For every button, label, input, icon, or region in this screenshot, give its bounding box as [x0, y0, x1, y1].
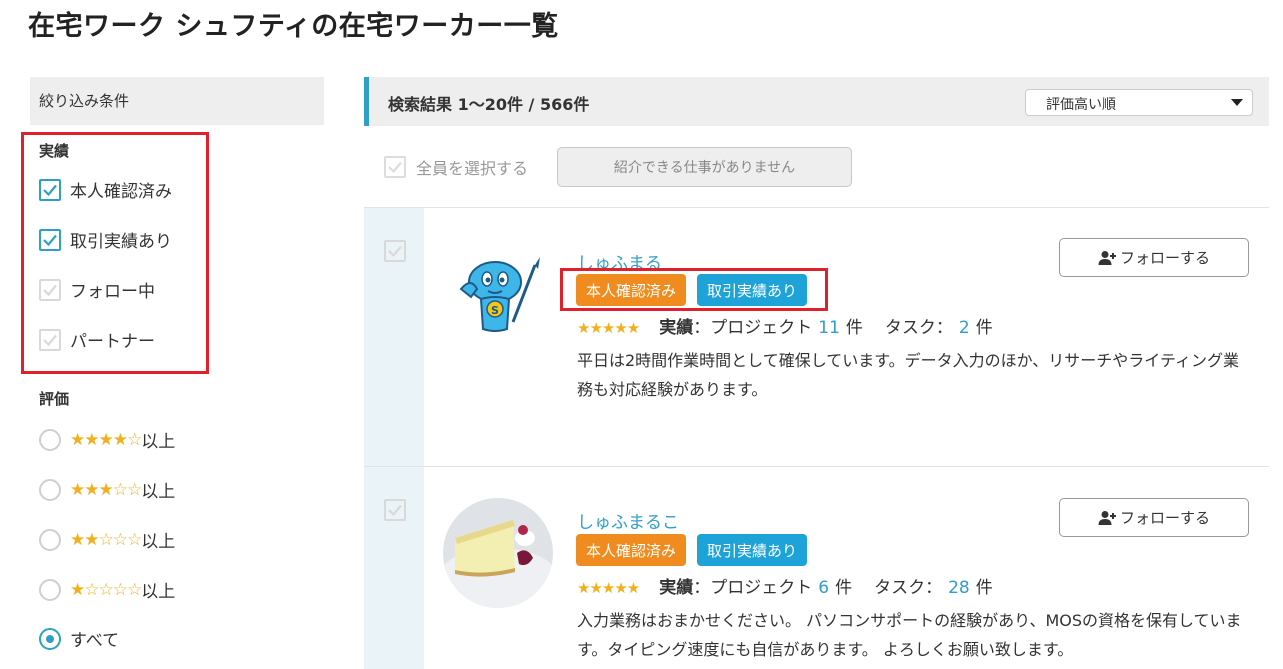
- filter-label: パートナー: [70, 332, 155, 352]
- stats-project-label: ：プロジェクト: [693, 318, 813, 338]
- stats-label: 実績: [659, 578, 694, 598]
- checkbox-unchecked-icon[interactable]: [39, 328, 61, 351]
- intro-job-button[interactable]: 紹介できる仕事がありません: [557, 147, 852, 187]
- worker-description: 平日は2時間作業時間として確保しています。データ入力のほか、リサーチやライティン…: [577, 351, 1240, 399]
- radio-icon[interactable]: [39, 428, 61, 451]
- follow-button[interactable]: フォローする: [1059, 498, 1249, 537]
- checkbox-unchecked-icon[interactable]: [384, 156, 406, 178]
- star-rating-icon: ★★☆☆☆: [70, 529, 142, 550]
- star-rating-icon: ★★★★★: [577, 579, 640, 597]
- filter-header: 絞り込み条件: [30, 77, 324, 125]
- worker-checkbox[interactable]: [384, 240, 415, 262]
- rating-suffix: 以上: [141, 532, 176, 552]
- rating-all-label: すべて: [70, 631, 120, 651]
- checkbox-checked-icon[interactable]: [39, 228, 61, 251]
- select-all-checkbox[interactable]: 全員を選択する: [384, 155, 528, 179]
- follow-button[interactable]: フォローする: [1059, 238, 1249, 277]
- star-rating-icon: ★★★☆☆: [70, 479, 142, 500]
- count-unit: 件: [845, 318, 863, 338]
- add-user-icon: [1098, 250, 1116, 265]
- badge-transaction-record: 取引実績あり: [697, 534, 807, 566]
- count-unit: 件: [975, 318, 993, 338]
- project-count[interactable]: 11: [818, 318, 840, 338]
- count-unit: 件: [975, 578, 993, 598]
- radio-selected-icon[interactable]: [39, 627, 61, 650]
- rating-filter-2[interactable]: ★★☆☆☆ 以上: [39, 527, 175, 552]
- rating-filter-1[interactable]: ★☆☆☆☆ 以上: [39, 577, 175, 602]
- rating-suffix: 以上: [141, 582, 176, 602]
- follow-label: フォローする: [1119, 249, 1210, 267]
- result-summary-bar: 検索結果 1～20件 / 566件 評価高い順: [364, 77, 1269, 126]
- card-selector-column: [364, 467, 424, 669]
- worker-avatar-cake[interactable]: [443, 498, 553, 608]
- svg-text:S: S: [491, 304, 499, 317]
- checkbox-unchecked-icon[interactable]: [384, 499, 406, 521]
- star-rating-icon: ★★★★★: [577, 319, 640, 337]
- worker-stats: ★★★★★ 実績 ：プロジェクト 11 件 タスク： 2 件: [577, 313, 993, 338]
- stats-label: 実績: [659, 318, 694, 338]
- filter-label: フォロー中: [70, 282, 155, 302]
- achievements-label: 実績: [39, 142, 70, 160]
- follow-label: フォローする: [1119, 509, 1210, 527]
- badge-identity-verified: 本人確認済み: [576, 534, 686, 566]
- filter-label: 取引実績あり: [70, 232, 172, 252]
- rating-suffix: 以上: [141, 482, 176, 502]
- divider: [364, 466, 1269, 467]
- worker-name-link[interactable]: しゅふまるこ: [577, 508, 679, 533]
- divider: [364, 207, 1269, 208]
- sort-selected-value: 評価高い順: [1046, 97, 1116, 113]
- radio-icon[interactable]: [39, 528, 61, 551]
- badge-identity-verified: 本人確認済み: [576, 274, 686, 306]
- add-user-icon: [1098, 510, 1116, 525]
- checkbox-unchecked-icon[interactable]: [384, 240, 406, 262]
- star-rating-icon: ★★★★☆: [70, 429, 142, 450]
- rating-filter-all[interactable]: すべて: [39, 626, 119, 651]
- worker-checkbox[interactable]: [384, 499, 415, 521]
- filter-transaction-record[interactable]: 取引実績あり: [39, 227, 172, 252]
- badge-transaction-record: 取引実績あり: [697, 274, 807, 306]
- star-rating-icon: ★☆☆☆☆: [70, 579, 142, 600]
- rating-filter-4[interactable]: ★★★★☆ 以上: [39, 427, 175, 452]
- count-unit: 件: [835, 578, 853, 598]
- filter-identity-verified[interactable]: 本人確認済み: [39, 177, 172, 202]
- filter-partner[interactable]: パートナー: [39, 327, 155, 352]
- rating-label: 評価: [39, 390, 70, 408]
- stats-project-label: ：プロジェクト: [693, 578, 813, 598]
- sort-select[interactable]: 評価高い順: [1025, 89, 1253, 116]
- select-all-label: 全員を選択する: [416, 159, 529, 178]
- project-count[interactable]: 6: [818, 578, 829, 598]
- checkbox-unchecked-icon[interactable]: [39, 278, 61, 301]
- rating-filter-3[interactable]: ★★★☆☆ 以上: [39, 477, 175, 502]
- page-title: 在宅ワーク シュフティの在宅ワーカー一覧: [28, 11, 559, 42]
- worker-avatar-mascot[interactable]: S: [443, 237, 553, 347]
- result-count: 検索結果 1～20件 / 566件: [388, 95, 590, 114]
- filter-label: 本人確認済み: [70, 182, 172, 202]
- filter-following[interactable]: フォロー中: [39, 277, 155, 302]
- radio-icon[interactable]: [39, 478, 61, 501]
- stats-task-label: タスク：: [884, 318, 953, 338]
- worker-description: 入力業務はおまかせください。 パソコンサポートの経験があり、MOSの資格を保有し…: [577, 611, 1242, 659]
- worker-stats: ★★★★★ 実績 ：プロジェクト 6 件 タスク： 28 件: [577, 573, 993, 598]
- rating-suffix: 以上: [141, 432, 176, 452]
- task-count[interactable]: 2: [959, 318, 970, 338]
- stats-task-label: タスク：: [874, 578, 943, 598]
- radio-icon[interactable]: [39, 578, 61, 601]
- checkbox-checked-icon[interactable]: [39, 178, 61, 201]
- caret-down-icon: [1231, 99, 1243, 106]
- task-count[interactable]: 28: [948, 578, 970, 598]
